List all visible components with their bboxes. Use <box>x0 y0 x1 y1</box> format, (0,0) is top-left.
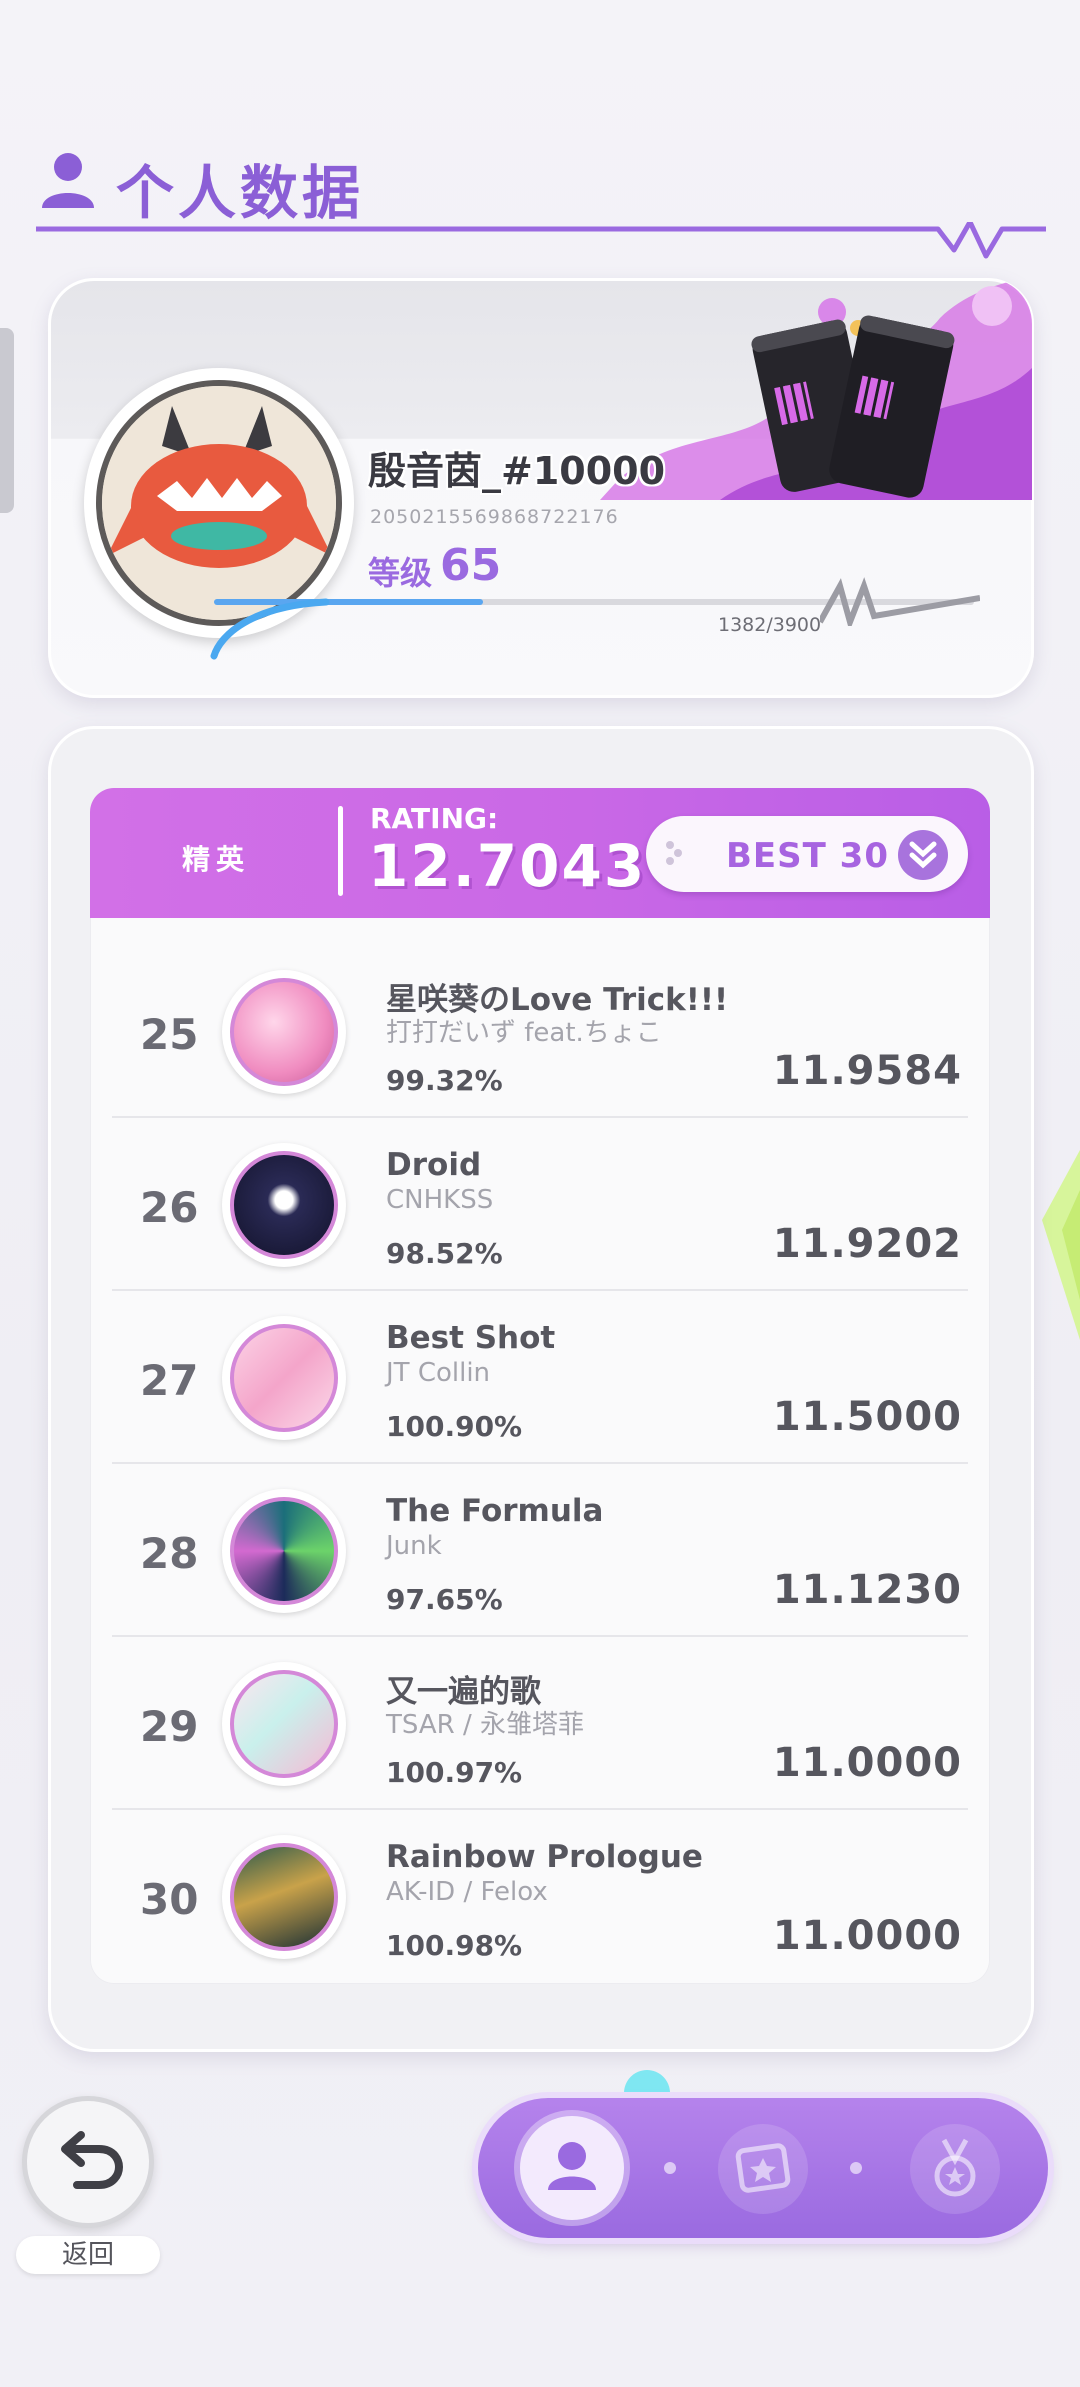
song-row[interactable]: 27 Best Shot JT Collin 100.90% 11.5000 <box>112 1290 968 1464</box>
star-card-icon <box>735 2143 791 2193</box>
song-accuracy: 100.90% <box>386 1410 523 1443</box>
song-rank: 26 <box>140 1183 199 1232</box>
song-score: 11.1230 <box>772 1567 962 1613</box>
rating-value: 12.7043 <box>368 832 647 900</box>
song-accuracy: 100.97% <box>386 1756 523 1789</box>
back-label[interactable]: 返回 <box>16 2236 160 2274</box>
nav-achievement-tab[interactable] <box>910 2124 1000 2214</box>
dragon-avatar-icon <box>102 386 336 620</box>
song-rank: 29 <box>140 1702 199 1751</box>
song-score: 11.9584 <box>772 1048 962 1094</box>
nav-profile-tab[interactable] <box>520 2116 624 2220</box>
waveform-decoration <box>820 577 980 626</box>
avatar[interactable] <box>96 380 342 626</box>
username: 殷音茵_#10000 <box>368 449 666 493</box>
song-score: 11.5000 <box>772 1394 962 1440</box>
song-row[interactable]: 26 Droid CNHKSS 98.52% 11.9202 <box>112 1117 968 1291</box>
side-drawer-handle[interactable] <box>0 328 14 513</box>
song-score: 11.9202 <box>772 1221 962 1267</box>
song-rank: 27 <box>140 1356 199 1405</box>
song-accuracy: 98.52% <box>386 1237 503 1270</box>
avatar-accent-arc <box>210 598 330 660</box>
medal-icon <box>934 2138 976 2197</box>
song-artist: CNHKSS <box>386 1185 494 1215</box>
song-score: 11.0000 <box>772 1913 962 1959</box>
song-cover <box>230 1843 338 1951</box>
song-cover <box>230 1670 338 1778</box>
song-row[interactable]: 25 星咲葵のLove Trick!!! 打打だいず feat.ちょこ 99.3… <box>112 944 968 1118</box>
song-cover <box>230 1324 338 1432</box>
side-decoration <box>1042 1150 1080 1340</box>
song-artist: JT Collin <box>386 1358 491 1388</box>
song-rank: 30 <box>140 1875 199 1924</box>
level-value: 65 <box>440 540 502 591</box>
nav-collection-tab[interactable] <box>718 2124 808 2214</box>
song-accuracy: 100.98% <box>386 1929 523 1962</box>
chevron-down-icon[interactable] <box>898 830 948 880</box>
song-rank: 28 <box>140 1529 199 1578</box>
song-accuracy: 99.32% <box>386 1064 503 1097</box>
page-title: 个人数据 <box>116 159 365 227</box>
song-cover <box>230 1151 338 1259</box>
song-score: 11.0000 <box>772 1740 962 1786</box>
rating-label: RATING: <box>370 802 499 835</box>
song-title: The Formula <box>386 1493 604 1529</box>
song-row[interactable]: 30 Rainbow Prologue AK-ID / Felox 100.98… <box>112 1809 968 1981</box>
heartbeat-divider <box>36 222 1046 259</box>
song-title: Best Shot <box>386 1320 556 1356</box>
rank-label: 精英 <box>182 843 251 876</box>
banner-divider <box>338 806 343 896</box>
nav-separator <box>850 2162 862 2174</box>
song-rank: 25 <box>140 1010 199 1059</box>
song-title: Rainbow Prologue <box>386 1839 703 1875</box>
song-artist: 打打だいず feat.ちょこ <box>386 1018 662 1048</box>
user-icon <box>42 153 94 208</box>
song-title: Droid <box>386 1147 482 1183</box>
song-cover <box>230 978 338 1086</box>
song-artist: TSAR / 永雏塔菲 <box>386 1710 585 1740</box>
song-artist: AK-ID / Felox <box>386 1877 548 1907</box>
xp-text: 1382/3900 <box>718 614 822 636</box>
song-row[interactable]: 29 又一遍的歌 TSAR / 永雏塔菲 100.97% 11.0000 <box>112 1636 968 1810</box>
back-button[interactable] <box>22 2096 154 2228</box>
song-row[interactable]: 28 The Formula Junk 97.65% 11.1230 <box>112 1463 968 1637</box>
song-cover <box>230 1497 338 1605</box>
dots-icon <box>666 841 682 865</box>
level-label: 等级 <box>368 554 433 592</box>
song-artist: Junk <box>386 1531 442 1561</box>
best30-label[interactable]: BEST 30 <box>726 836 889 876</box>
back-arrow-icon <box>61 2131 124 2189</box>
song-accuracy: 97.65% <box>386 1583 503 1616</box>
user-id: 2050215569868722176 <box>370 506 619 528</box>
profile-icon <box>548 2142 596 2190</box>
nav-separator <box>664 2162 676 2174</box>
